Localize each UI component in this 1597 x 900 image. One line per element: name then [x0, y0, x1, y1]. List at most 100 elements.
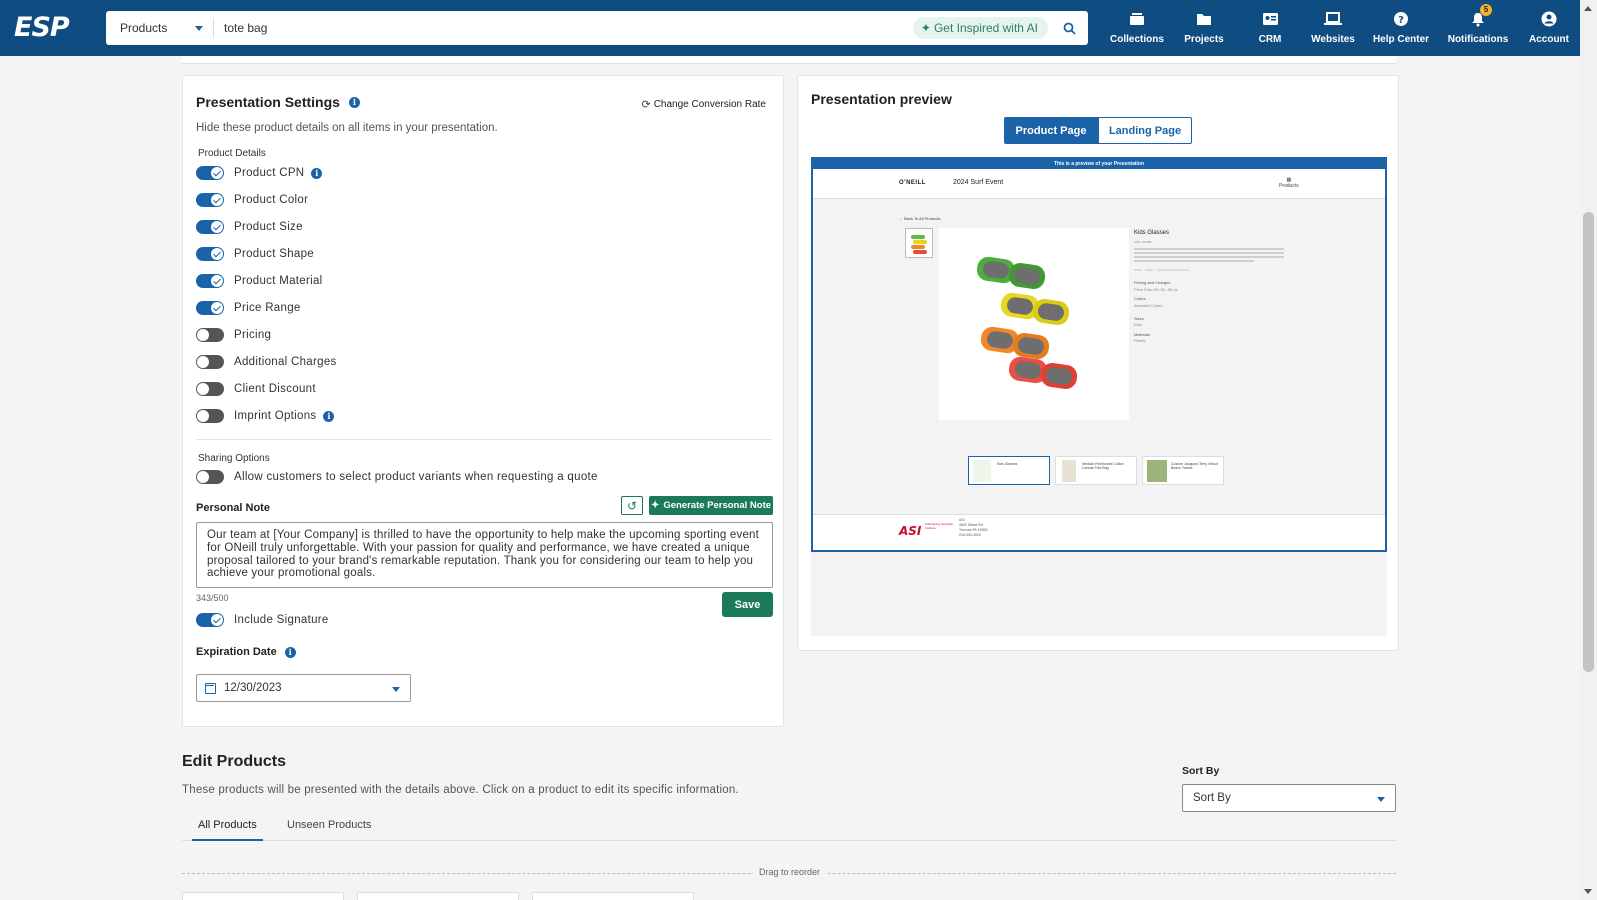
toggle-pricing[interactable]: Pricing	[196, 328, 271, 342]
tab-all-products[interactable]: All Products	[192, 819, 263, 841]
toggle-switch[interactable]	[196, 328, 224, 342]
info-icon[interactable]: i	[348, 96, 360, 108]
search-category-label: Products	[120, 21, 168, 35]
preview-header: O'NEILL 2024 Surf Event ▦ Products	[813, 169, 1385, 199]
sharing-options-label: Sharing Options	[198, 453, 270, 464]
toggle-allow-variants[interactable]: Allow customers to select product varian…	[196, 470, 598, 484]
toggle-switch[interactable]	[196, 355, 224, 369]
product-card[interactable]	[532, 892, 694, 900]
scroll-thumb[interactable]	[1583, 212, 1594, 672]
product-tabs: All Products Unseen Products	[182, 815, 1396, 841]
generate-personal-note-button[interactable]: ✦ Generate Personal Note	[649, 496, 773, 515]
preview-mode-toggle: Product Page Landing Page	[1004, 117, 1192, 144]
preview-product-title: Kids Glasses	[1134, 230, 1170, 236]
change-conversion-rate-link[interactable]: ⟳ Change Conversion Rate	[641, 98, 766, 111]
page-scrollbar[interactable]	[1580, 0, 1597, 900]
toggle-switch[interactable]	[196, 193, 224, 207]
address-line: 215-953-3000	[959, 533, 981, 537]
info-icon[interactable]: i	[323, 410, 335, 422]
tab-unseen-products[interactable]: Unseen Products	[287, 819, 371, 841]
toggle-include-signature[interactable]: Include Signature	[196, 613, 329, 627]
preview-sizes-value: Kids	[1134, 322, 1142, 327]
get-inspired-ai-button[interactable]: ✦ Get Inspired with AI	[912, 17, 1048, 39]
toggle-switch[interactable]	[196, 382, 224, 396]
toggle-switch[interactable]	[196, 274, 224, 288]
settings-hint: Hide these product details on all items …	[196, 122, 498, 134]
save-button[interactable]: Save	[722, 592, 773, 617]
sunglasses-orange	[980, 326, 1050, 359]
folder-icon	[1196, 8, 1212, 30]
nav-label: Websites	[1311, 34, 1355, 45]
preview-thumbnail	[905, 228, 933, 258]
toggle-label: Product Material	[234, 275, 323, 287]
preview-body: ← Back To All Products Kids Glasses CPN-…	[813, 200, 1385, 490]
sort-by-value: Sort By	[1193, 792, 1231, 804]
preview-cpn: CPN-720968	[1134, 240, 1152, 244]
toggle-product-cpn[interactable]: Product CPN i	[196, 166, 323, 180]
toggle-switch[interactable]	[196, 409, 224, 423]
undo-icon: ↺	[626, 498, 638, 513]
scroll-up-arrow-icon[interactable]	[1584, 6, 1592, 11]
toggle-price-range[interactable]: Price Range	[196, 301, 301, 315]
preview-strip-item: Kids Glasses	[968, 456, 1050, 485]
nav-help-center[interactable]: ? Help Center	[1371, 8, 1431, 45]
toggle-client-discount[interactable]: Client Discount	[196, 382, 316, 396]
search-category-select[interactable]: Products	[106, 18, 214, 38]
personal-note-label: Personal Note	[196, 502, 270, 514]
expiration-date-picker[interactable]: 12/30/2023	[196, 674, 411, 702]
notification-badge: 5	[1480, 4, 1492, 16]
scroll-down-arrow-icon[interactable]	[1584, 889, 1592, 894]
search-button[interactable]	[1056, 15, 1082, 41]
nav-crm[interactable]: CRM	[1250, 8, 1290, 45]
toggle-switch[interactable]	[196, 613, 224, 627]
conversion-label: Change Conversion Rate	[653, 99, 766, 110]
sparkle-icon: ✦	[650, 500, 660, 511]
preview-materials-value: Plastic	[1134, 338, 1146, 343]
drag-to-reorder-label: Drag to reorder	[753, 867, 827, 877]
search-input[interactable]: tote bag	[214, 21, 913, 35]
toggle-additional-charges[interactable]: Additional Charges	[196, 355, 337, 369]
toggle-label: Imprint Options	[234, 410, 317, 422]
sunglasses-red	[1008, 356, 1078, 389]
toggle-switch[interactable]	[196, 470, 224, 484]
nav-projects[interactable]: Projects	[1178, 8, 1230, 45]
nav-label: CRM	[1258, 34, 1282, 45]
nav-collections[interactable]: Collections	[1107, 8, 1167, 45]
toggle-switch[interactable]	[196, 220, 224, 234]
info-icon[interactable]: i	[284, 646, 296, 658]
toggle-imprint-options[interactable]: Imprint Options i	[196, 409, 335, 423]
toggle-switch[interactable]	[196, 247, 224, 261]
product-card[interactable]	[357, 892, 519, 900]
tab-product-page[interactable]: Product Page	[1004, 117, 1098, 144]
esp-logo[interactable]: ESP	[14, 12, 70, 43]
tab-landing-page[interactable]: Landing Page	[1098, 117, 1192, 144]
toggle-product-shape[interactable]: Product Shape	[196, 247, 314, 261]
nav-label: Collections	[1110, 34, 1164, 45]
nav-account[interactable]: Account	[1527, 8, 1571, 45]
nav-websites[interactable]: Websites	[1307, 8, 1359, 45]
personal-note-textarea[interactable]: Our team at [Your Company] is thrilled t…	[196, 522, 773, 588]
collections-icon	[1129, 8, 1145, 30]
preview-products-nav: ▦ Products	[1279, 177, 1299, 189]
preview-event-title: 2024 Surf Event	[953, 179, 1004, 186]
product-card[interactable]	[182, 892, 344, 900]
info-icon[interactable]: i	[311, 167, 323, 179]
toggle-product-material[interactable]: Product Material	[196, 274, 323, 288]
toggle-label: Product Shape	[234, 248, 314, 260]
toggle-label: Client Discount	[234, 383, 316, 395]
preview-banner: This is a preview of your Presentation	[813, 159, 1385, 169]
nav-notifications[interactable]: 5 Notifications	[1446, 4, 1510, 45]
toggle-label: Pricing	[234, 329, 272, 341]
toggle-product-color[interactable]: Product Color	[196, 193, 308, 207]
toggle-label: Include Signature	[234, 614, 329, 626]
preview-strip-item: Medium Reinforced Cotton Canvas Tote Bag	[1055, 456, 1137, 485]
preview-asi-logo-sub: Advertising Specialty Institute	[925, 522, 953, 530]
toggle-switch[interactable]	[196, 166, 224, 180]
sort-by-select[interactable]: Sort By	[1182, 784, 1396, 812]
toggle-product-size[interactable]: Product Size	[196, 220, 303, 234]
sparkle-icon: ✦	[920, 21, 931, 35]
undo-button[interactable]: ↺	[621, 496, 643, 515]
contact-card-icon	[1262, 8, 1279, 30]
toggle-switch[interactable]	[196, 301, 224, 315]
preview-price-from: Price From $1.36 - $1.xx	[1134, 287, 1178, 292]
